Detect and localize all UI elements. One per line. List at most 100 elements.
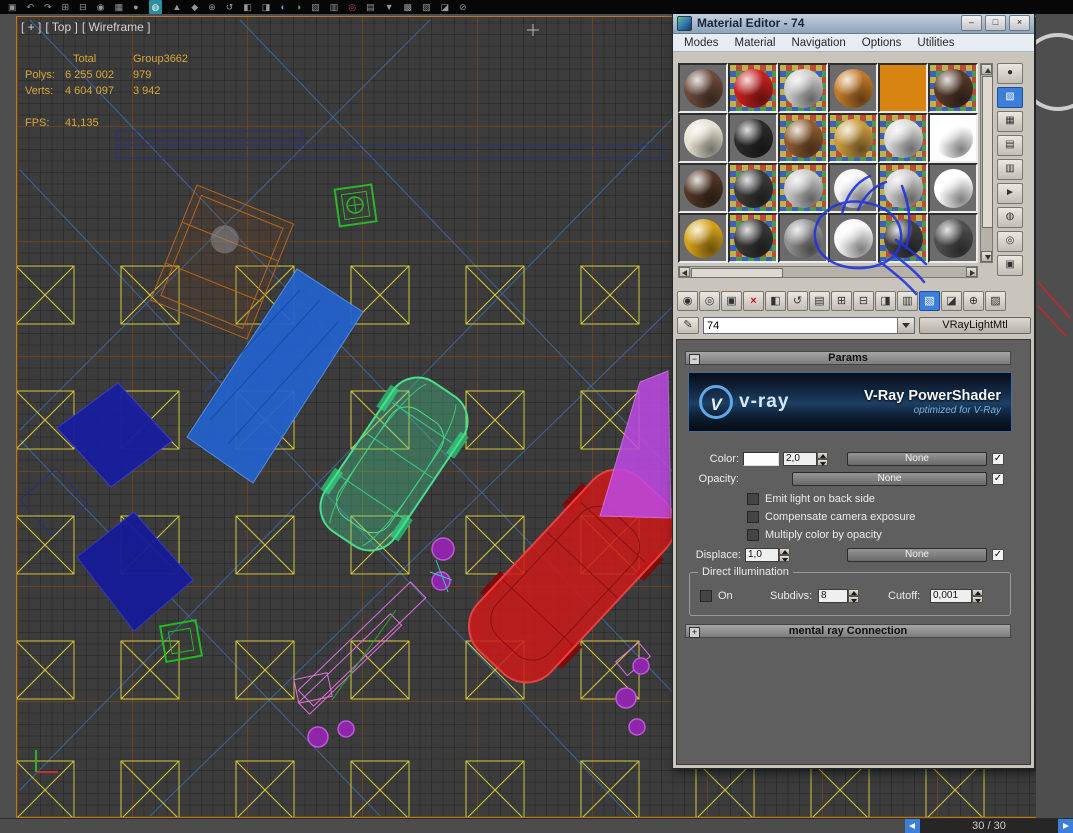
spin-up-icon[interactable]	[817, 452, 828, 459]
show-map-in-viewport-button[interactable]: ▧	[919, 291, 940, 311]
sample-uv-tiling-button[interactable]: ▤	[997, 135, 1023, 156]
opacity-map-checkbox[interactable]: ✓	[992, 473, 1004, 485]
close-button[interactable]: ×	[1009, 15, 1030, 31]
material-slot-9[interactable]	[778, 113, 828, 163]
color-map-none-button[interactable]: None	[847, 452, 987, 466]
select-tool-icon[interactable]: ▣	[8, 0, 17, 14]
material-slot-2[interactable]	[728, 63, 778, 113]
scroll-left-button[interactable]	[679, 267, 690, 277]
spin-down-icon[interactable]	[817, 459, 828, 466]
options-button[interactable]: ◍	[997, 207, 1023, 228]
frame-forward-button[interactable]	[1058, 819, 1073, 833]
spinner-value[interactable]: 0,001	[930, 589, 972, 603]
pick-material-from-object-button[interactable]: ✎	[677, 317, 699, 334]
get-material-button[interactable]: ◉	[677, 291, 698, 311]
material-slot-10[interactable]	[828, 113, 878, 163]
helper-marker-green-top[interactable]	[335, 185, 377, 227]
frame-back-button[interactable]	[905, 819, 920, 833]
background-button[interactable]: ▦	[997, 111, 1023, 132]
scroll-thumb[interactable]	[691, 268, 783, 278]
slots-horizontal-scrollbar[interactable]	[678, 266, 978, 278]
pin-stack-button[interactable]: ⊕	[963, 291, 984, 311]
material-slot-6[interactable]	[928, 63, 978, 113]
use-pivot-icon[interactable]: ◐	[280, 0, 285, 14]
mirror-icon[interactable]: ◎	[348, 0, 356, 14]
go-to-parent-button[interactable]: ⊟	[853, 291, 874, 311]
select-by-material-button[interactable]: ◎	[997, 231, 1023, 252]
material-slot-15[interactable]	[778, 163, 828, 213]
ref-coord-icon[interactable]: ◨	[262, 0, 271, 14]
slots-vertical-scrollbar[interactable]	[980, 63, 993, 263]
spinner-value[interactable]: 2,0	[783, 452, 817, 466]
collapse-icon[interactable]: −	[689, 354, 700, 365]
material-slot-19[interactable]	[678, 213, 728, 263]
material-slot-16[interactable]	[828, 163, 878, 213]
material-slot-22[interactable]	[828, 213, 878, 263]
video-color-check-button[interactable]: ▥	[997, 159, 1023, 180]
material-slot-1[interactable]	[678, 63, 728, 113]
menu-material[interactable]: Material	[728, 37, 783, 49]
scale-tool-icon[interactable]: ◧	[243, 0, 252, 14]
rotate-tool-icon[interactable]: ↺	[226, 0, 234, 14]
emit-back-side-checkbox[interactable]	[747, 493, 759, 505]
displace-map-checkbox[interactable]: ✓	[992, 549, 1004, 561]
color-map-checkbox[interactable]: ✓	[992, 453, 1004, 465]
curve-editor-icon[interactable]: ▩	[404, 0, 413, 14]
compensate-exposure-checkbox[interactable]	[747, 511, 759, 523]
material-map-browser-button[interactable]: ▨	[985, 291, 1006, 311]
reset-map-button[interactable]: ×	[743, 291, 764, 311]
assign-material-to-selection-button[interactable]: ▤	[809, 291, 830, 311]
material-slot-23[interactable]	[878, 213, 928, 263]
snap-toggle-icon[interactable]: ◑	[296, 0, 301, 14]
material-slot-14[interactable]	[728, 163, 778, 213]
material-slot-24[interactable]	[928, 213, 978, 263]
make-material-copy-button[interactable]: ◧	[765, 291, 786, 311]
material-slot-18[interactable]	[928, 163, 978, 213]
sample-type-sphere-button[interactable]: ●	[997, 63, 1023, 84]
render-setup-icon[interactable]: ⊘	[459, 0, 467, 14]
scroll-right-button[interactable]	[966, 267, 977, 277]
select-by-name-icon[interactable]: ◍	[149, 0, 163, 14]
schematic-view-icon[interactable]: ▨	[422, 0, 431, 14]
unlink-icon[interactable]: ⊟	[79, 0, 87, 14]
material-slot-7[interactable]	[678, 113, 728, 163]
material-slot-13[interactable]	[678, 163, 728, 213]
color-swatch[interactable]	[743, 452, 779, 466]
material-editor-icon[interactable]: ◪	[441, 0, 450, 14]
rollout-mental-ray[interactable]: + mental ray Connection	[685, 624, 1011, 638]
spin-up-icon[interactable]	[848, 589, 859, 596]
layer-manager-icon[interactable]: ▼	[385, 0, 394, 14]
displace-map-none-button[interactable]: None	[847, 548, 987, 562]
menu-options[interactable]: Options	[855, 37, 909, 49]
link-icon[interactable]: ⊞	[62, 0, 70, 14]
show-end-result-button[interactable]: ⊞	[831, 291, 852, 311]
window-crossing-icon[interactable]: ◆	[191, 0, 198, 14]
wireframe-object-navy-panel-2[interactable]	[77, 512, 193, 631]
maximize-button[interactable]: □	[985, 15, 1006, 31]
make-preview-button[interactable]: ►	[997, 183, 1023, 204]
go-forward-to-sibling-button[interactable]: ◨	[875, 291, 896, 311]
menu-navigation[interactable]: Navigation	[784, 37, 852, 49]
material-id-channel-button[interactable]: ◪	[941, 291, 962, 311]
spinner-value[interactable]: 1,0	[745, 548, 779, 562]
multiply-opacity-checkbox[interactable]	[747, 529, 759, 541]
material-slot-8[interactable]	[728, 113, 778, 163]
material-slot-3[interactable]	[778, 63, 828, 113]
wireframe-object-green-car[interactable]	[305, 363, 484, 565]
material-type-button[interactable]: VRayLightMtl	[919, 317, 1031, 334]
scroll-down-button[interactable]	[981, 251, 992, 262]
spin-down-icon[interactable]	[779, 555, 790, 562]
scroll-up-button[interactable]	[981, 64, 992, 75]
spinner-value[interactable]: 8	[818, 589, 848, 603]
wireframe-object-magenta-panel[interactable]	[600, 371, 671, 518]
material-editor-titlebar[interactable]: Material Editor - 74 –□×	[673, 13, 1034, 34]
percent-snap-icon[interactable]: ▥	[330, 0, 339, 14]
angle-snap-icon[interactable]: ▧	[311, 0, 320, 14]
material-map-navigator-button[interactable]: ▣	[997, 255, 1023, 276]
selection-filter-icon[interactable]: ▦	[115, 0, 124, 14]
move-tool-icon[interactable]: ⊕	[208, 0, 216, 14]
viewport-menu-plus[interactable]: [ + ]	[21, 20, 41, 34]
sample-uv-button[interactable]: ▥	[897, 291, 918, 311]
material-slot-4[interactable]	[828, 63, 878, 113]
material-slot-21[interactable]	[778, 213, 828, 263]
